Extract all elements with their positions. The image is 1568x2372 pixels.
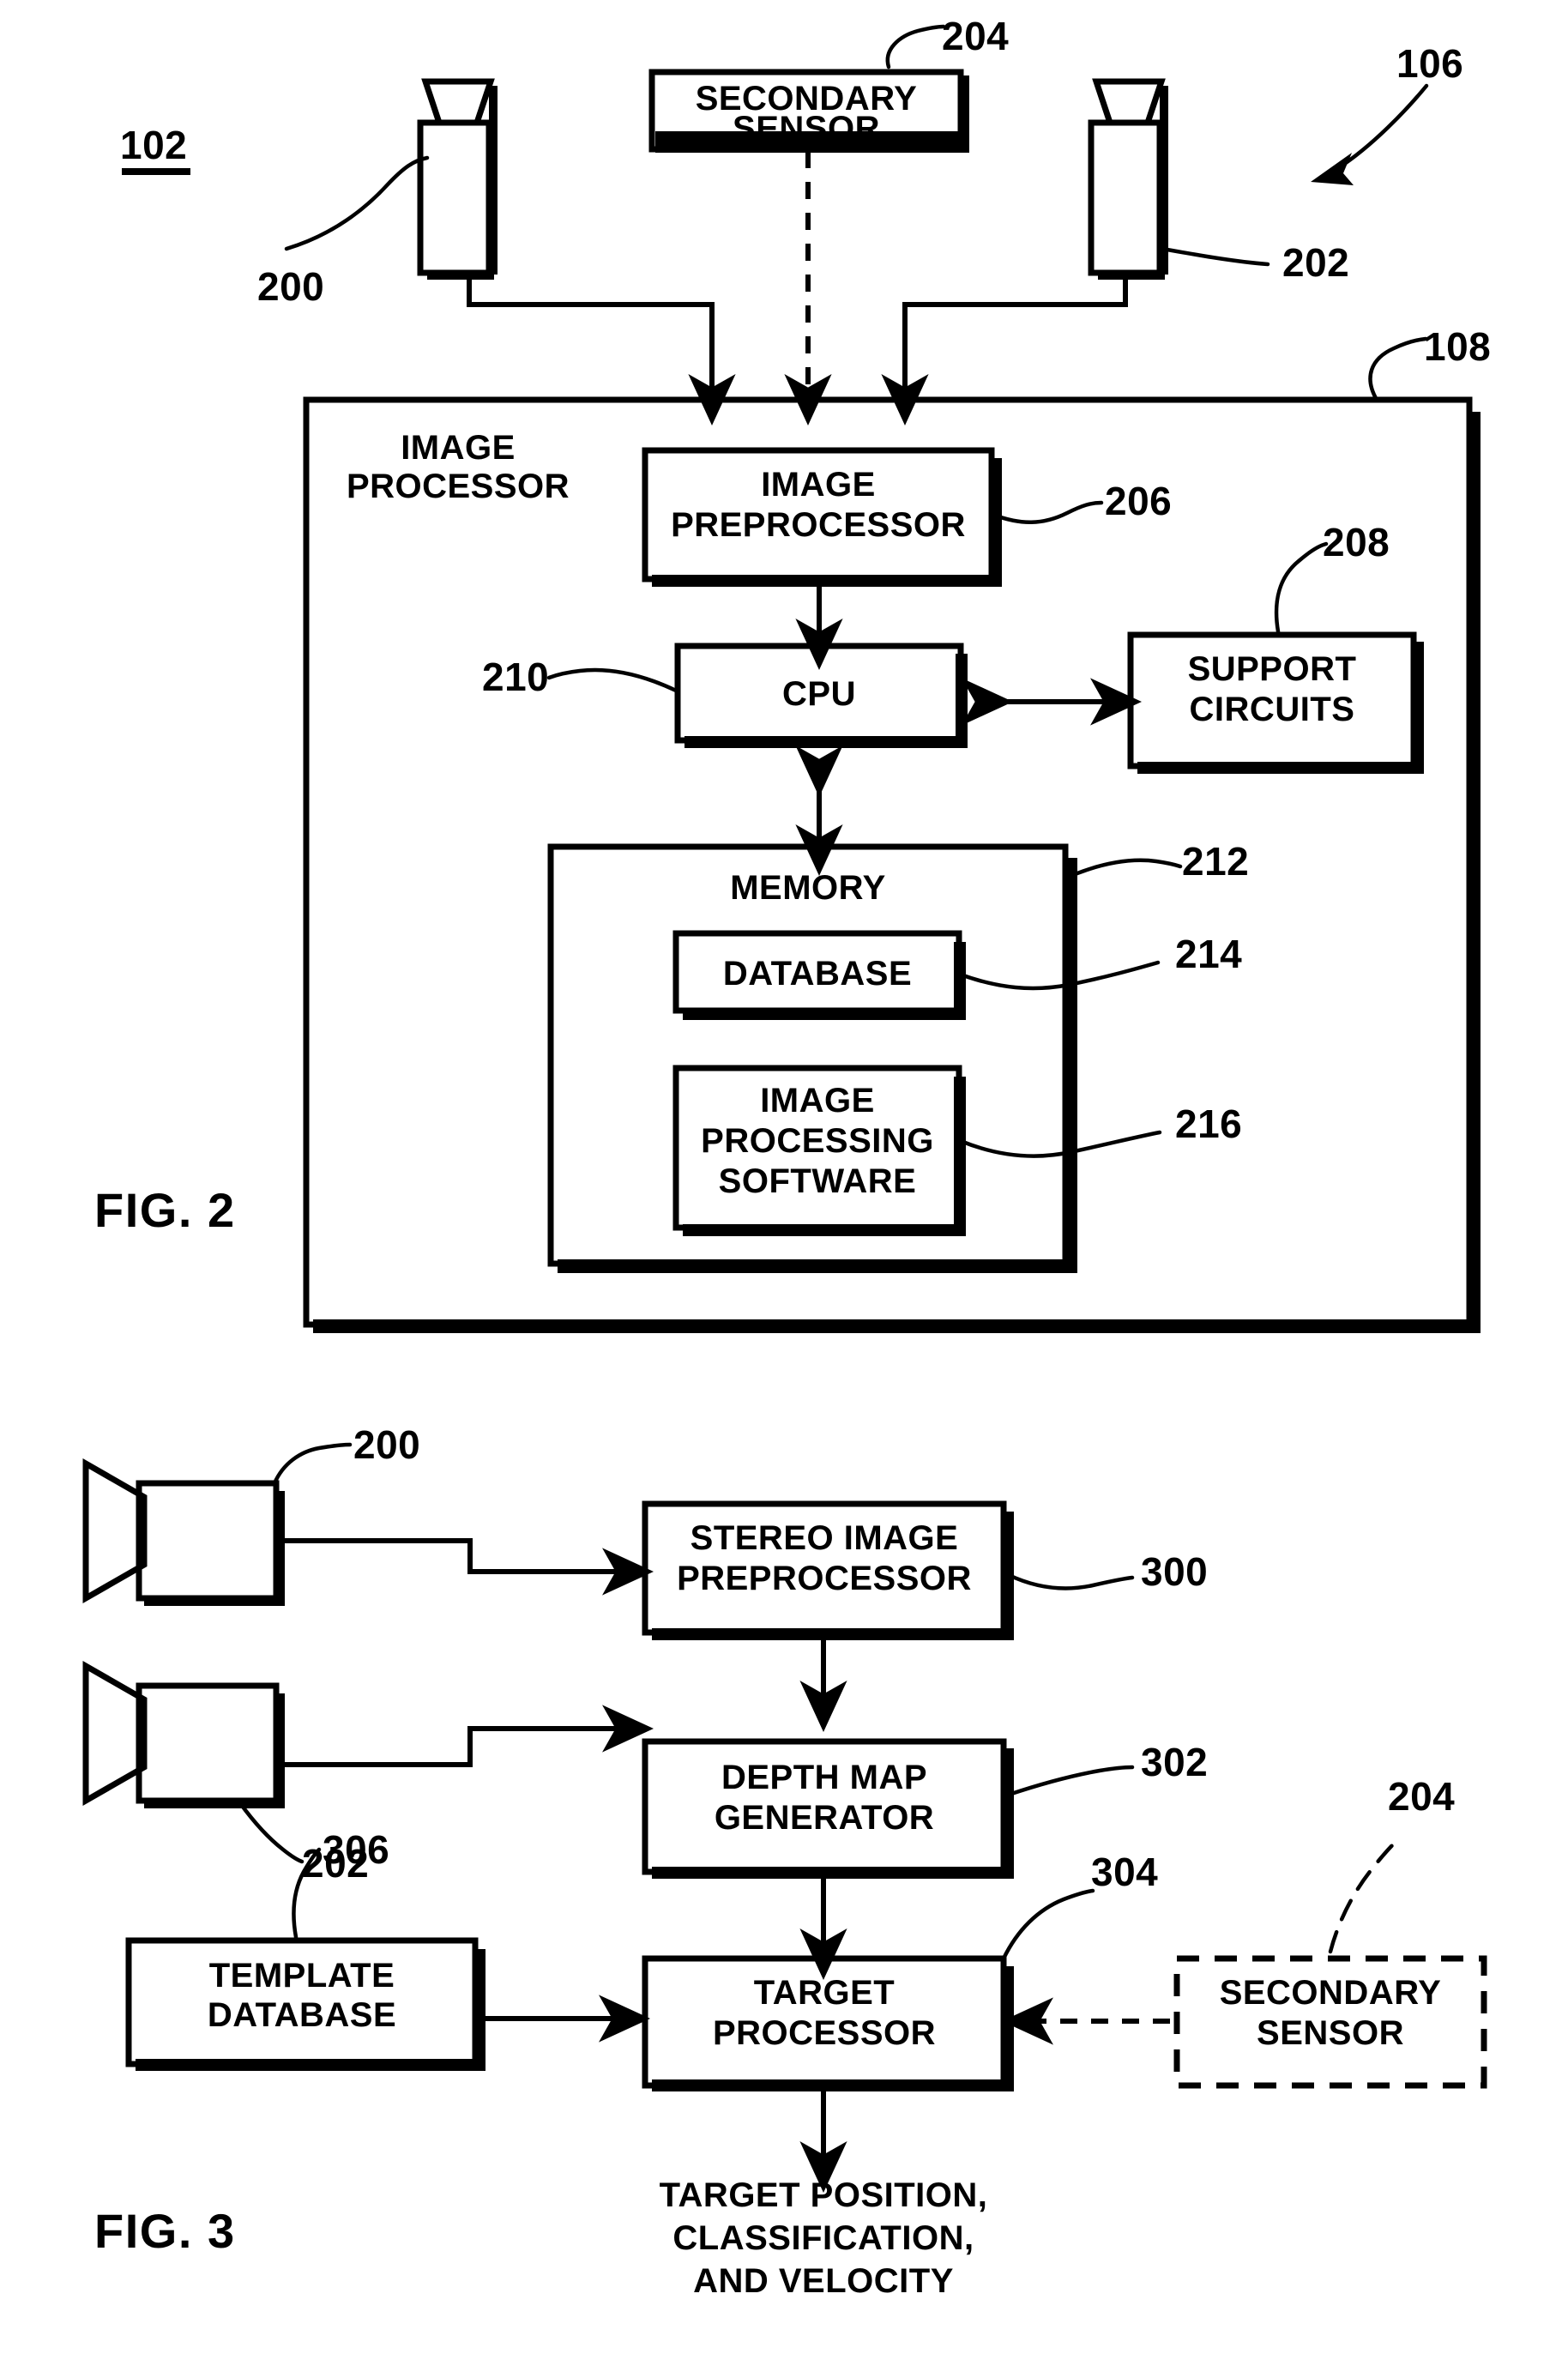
fig2-support-ref: 208 bbox=[1323, 520, 1390, 564]
image-preprocessor-label-1: IMAGE bbox=[761, 466, 876, 504]
fig2-ips-ref: 216 bbox=[1175, 1102, 1242, 1146]
sip-label-1: STEREO IMAGE bbox=[691, 1519, 959, 1557]
fig3-output-line-3: AND VELOCITY bbox=[693, 2262, 954, 2300]
camera-icon-body-right bbox=[1088, 119, 1163, 276]
fig2-secondary-sensor-box: SECONDARY SENSOR bbox=[648, 69, 969, 153]
fig2-secondary-sensor-ref: 204 bbox=[942, 14, 1009, 58]
fig2-system-ref-label: 102 bbox=[120, 123, 187, 167]
fig2-processor-ref: 108 bbox=[1424, 324, 1491, 369]
tdb-label-2: DATABASE bbox=[208, 1996, 396, 2034]
fig2-memory-ref: 212 bbox=[1182, 839, 1249, 884]
fig2-cpu-ref: 210 bbox=[482, 655, 549, 699]
fig2-camera-right-leader bbox=[1160, 246, 1270, 267]
fig2-processor-leader bbox=[1368, 336, 1428, 402]
fig3-secsensor-leader bbox=[1328, 1837, 1401, 1954]
fig2-wire-camera-left bbox=[467, 274, 736, 426]
fig2-camera-right bbox=[1088, 78, 1168, 280]
patent-drawing-sheet: 102 200 202 106 SECONDARY SENSOR 204 IMA… bbox=[0, 0, 1568, 2372]
fig3-camera-bottom bbox=[82, 1660, 285, 1808]
fig2-database-ref: 214 bbox=[1175, 932, 1242, 976]
fig3-secsensor-ref: 204 bbox=[1388, 1774, 1455, 1819]
fig3-output-line-1: TARGET POSITION, bbox=[660, 2176, 988, 2214]
fig2-group: 102 200 202 106 SECONDARY SENSOR 204 IMA… bbox=[94, 14, 1491, 1333]
fig2-database-leader bbox=[958, 960, 1161, 991]
fig3-target-processor-box: TARGET PROCESSOR bbox=[642, 1955, 1014, 2091]
fig3-sip-ref: 300 bbox=[1141, 1549, 1208, 1594]
memory-label: MEMORY bbox=[730, 869, 886, 907]
fig2-assembly-ref: 106 bbox=[1396, 41, 1463, 86]
fig2-cpu-box: CPU bbox=[674, 643, 968, 748]
fig2-assembly-arrowhead bbox=[1311, 153, 1354, 185]
fig2-assembly-leader bbox=[1336, 83, 1429, 171]
support-circuits-label-1: SUPPORT bbox=[1188, 650, 1357, 688]
fig3-tp-leader bbox=[1001, 1888, 1095, 1961]
camera-icon-lens-top bbox=[82, 1458, 148, 1604]
fig3-camera-top bbox=[82, 1458, 285, 1606]
fig2-caption: FIG. 2 bbox=[94, 1183, 236, 1237]
camera-icon-body-bottom bbox=[136, 1682, 280, 1804]
fig3-dmg-ref: 302 bbox=[1141, 1740, 1208, 1784]
tp-label-1: TARGET bbox=[754, 1974, 895, 2012]
fig3-sip-leader bbox=[1006, 1572, 1135, 1590]
camera-icon-lens-left bbox=[421, 78, 495, 126]
fig2-camera-left-leader bbox=[284, 155, 430, 251]
fig3-stereo-preprocessor-box: STEREO IMAGE PREPROCESSOR bbox=[642, 1500, 1014, 1640]
fig3-depth-map-box: DEPTH MAP GENERATOR bbox=[642, 1738, 1014, 1879]
fig3-camera-top-ref: 200 bbox=[353, 1422, 420, 1467]
fig3-caption: FIG. 3 bbox=[94, 2204, 236, 2258]
fig2-preprocessor-ref: 206 bbox=[1105, 479, 1172, 523]
fig2-wire-camera-right bbox=[881, 274, 1128, 426]
fig3-wire-camera-bottom bbox=[280, 1705, 654, 1767]
camera-icon-body-left bbox=[417, 119, 492, 276]
ips-label-3: SOFTWARE bbox=[719, 1162, 917, 1200]
fig3-camera-bottom-leader bbox=[238, 1801, 305, 1864]
fig2-image-preprocessor-box: IMAGE PREPROCESSOR bbox=[642, 447, 1002, 587]
fig2-database-box: DATABASE bbox=[672, 930, 966, 1020]
ips-label-1: IMAGE bbox=[760, 1082, 875, 1120]
dmg-label-1: DEPTH MAP bbox=[721, 1759, 927, 1796]
fig3-dmg-leader bbox=[1006, 1765, 1135, 1797]
secondary-sensor-label-2: SENSOR bbox=[733, 110, 880, 148]
image-processor-label-2: PROCESSOR bbox=[347, 468, 570, 505]
fig2-memory-leader bbox=[1066, 858, 1183, 879]
tdb-label-1: TEMPLATE bbox=[209, 1957, 395, 1995]
fig2-ips-box: IMAGE PROCESSING SOFTWARE bbox=[672, 1065, 966, 1236]
fig2-cpu-leader bbox=[546, 667, 678, 693]
fig2-camera-left bbox=[417, 78, 498, 280]
fig3-camera-top-leader bbox=[272, 1442, 353, 1486]
memory-rect bbox=[547, 843, 1069, 1267]
fig2-camera-left-ref: 200 bbox=[257, 264, 324, 309]
fig3-tp-ref: 304 bbox=[1091, 1850, 1158, 1894]
image-processor-label-1: IMAGE bbox=[401, 429, 516, 467]
fig3-wire-camera-top bbox=[280, 1538, 654, 1596]
fig3-template-database-box: TEMPLATE DATABASE bbox=[125, 1937, 485, 2071]
patent-figure-canvas: 102 200 202 106 SECONDARY SENSOR 204 IMA… bbox=[0, 0, 1568, 2372]
fig2-secondary-sensor-leader bbox=[885, 24, 946, 69]
support-circuits-label-2: CIRCUITS bbox=[1190, 691, 1355, 728]
fig2-support-circuits-box: SUPPORT CIRCUITS bbox=[1127, 631, 1424, 774]
fig3-secsensor-label-1: SECONDARY bbox=[1220, 1974, 1442, 2012]
fig2-support-leader bbox=[1274, 541, 1329, 634]
fig2-preprocessor-leader bbox=[991, 500, 1104, 524]
camera-icon-body-top bbox=[136, 1480, 280, 1602]
sip-label-2: PREPROCESSOR bbox=[677, 1560, 972, 1597]
fig2-memory-box: MEMORY bbox=[547, 843, 1077, 1273]
fig3-secsensor-label-2: SENSOR bbox=[1257, 2014, 1404, 2052]
fig3-output-text: TARGET POSITION, CLASSIFICATION, AND VEL… bbox=[660, 2176, 988, 2300]
fig3-output-line-2: CLASSIFICATION, bbox=[672, 2219, 974, 2257]
camera-icon-lens-right bbox=[1092, 78, 1166, 126]
camera-icon-lens-bottom bbox=[82, 1660, 148, 1807]
fig2-camera-right-ref: 202 bbox=[1282, 240, 1349, 285]
ips-label-2: PROCESSING bbox=[701, 1122, 934, 1160]
tp-label-2: PROCESSOR bbox=[713, 2014, 936, 2052]
image-preprocessor-label-2: PREPROCESSOR bbox=[671, 506, 966, 544]
cpu-label: CPU bbox=[782, 675, 856, 713]
database-label: DATABASE bbox=[723, 955, 912, 993]
fig3-secondary-sensor-box: SECONDARY SENSOR bbox=[1173, 1955, 1487, 2089]
fig3-tdb-ref: 306 bbox=[323, 1827, 389, 1872]
fig2-system-ref: 102 bbox=[120, 123, 190, 175]
fig3-group: 200 202 STEREO IMAGE PREPROCESSOR 300 DE… bbox=[82, 1422, 1487, 2300]
fig2-ips-leader bbox=[958, 1130, 1162, 1158]
dmg-label-2: GENERATOR bbox=[715, 1799, 934, 1837]
